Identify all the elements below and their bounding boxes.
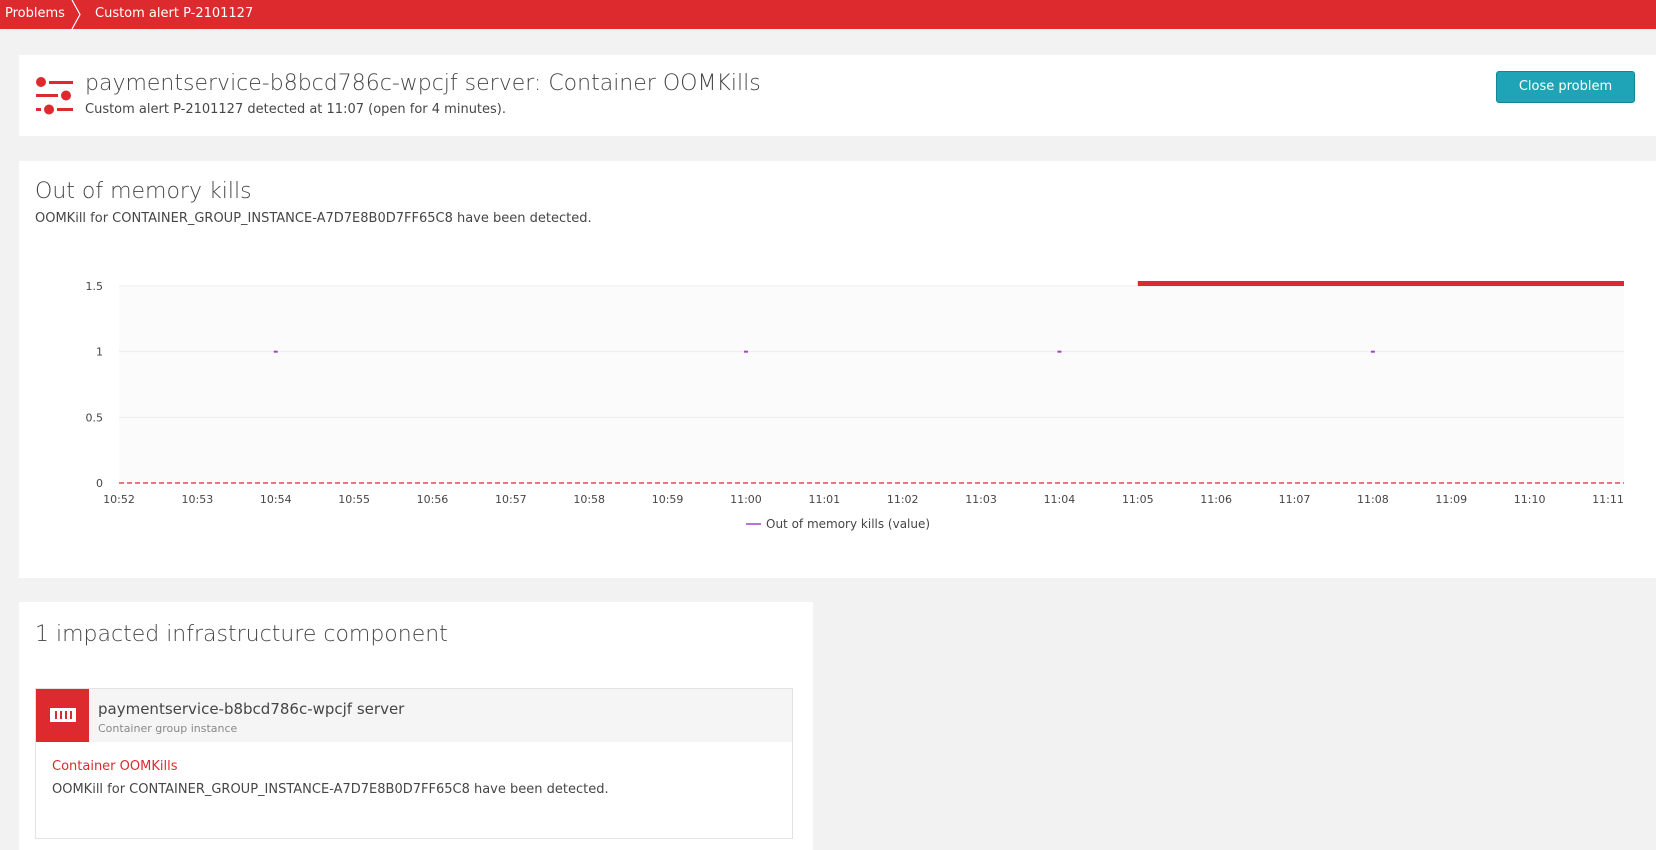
x-tick-label: 11:02 [887, 493, 919, 506]
y-tick-label: 1 [96, 346, 103, 359]
x-tick-label: 11:05 [1122, 493, 1154, 506]
breadcrumb-problems[interactable]: Problems [5, 0, 65, 29]
chevron-right-icon [71, 0, 81, 29]
problem-header: paymentservice-b8bcd786c-wpcjf server: C… [19, 55, 1656, 136]
y-tick-label: 0.5 [86, 411, 104, 424]
page-title: paymentservice-b8bcd786c-wpcjf server: C… [85, 71, 761, 96]
container-icon [36, 689, 89, 742]
x-tick-label: 10:52 [103, 493, 135, 506]
x-tick-label: 11:07 [1279, 493, 1311, 506]
issue-description: OOMKill for CONTAINER_GROUP_INSTANCE-A7D… [52, 782, 609, 797]
y-tick-label: 1.5 [86, 280, 104, 293]
entity-type: Container group instance [98, 722, 238, 735]
x-tick-label: 10:58 [573, 493, 605, 506]
x-tick-label: 11:00 [730, 493, 762, 506]
x-tick-label: 10:53 [182, 493, 214, 506]
x-tick-label: 11:01 [808, 493, 840, 506]
impacted-components-card: 1 impacted infrastructure component paym… [19, 602, 813, 850]
issue-title-link[interactable]: Container OOMKills [52, 759, 177, 774]
problem-subtitle: Custom alert P-2101127 detected at 11:07… [85, 102, 507, 117]
x-tick-label: 11:06 [1200, 493, 1232, 506]
entity-name-link[interactable]: paymentservice-b8bcd786c-wpcjf server [98, 700, 404, 718]
close-problem-button[interactable]: Close problem [1496, 71, 1635, 103]
x-tick-label: 11:03 [965, 493, 997, 506]
impacted-title: 1 impacted infrastructure component [35, 622, 448, 647]
problem-period-bar [1137, 281, 1624, 286]
oom-kills-chart[interactable]: 0 0.5 1 1.5 10:52 10:53 10:54 10:55 10:56 10:57 10… [19, 161, 1656, 578]
x-tick-label: 10:56 [417, 493, 449, 506]
entity-header[interactable]: paymentservice-b8bcd786c-wpcjf server Co… [36, 689, 792, 742]
x-tick-label: 11:10 [1514, 493, 1546, 506]
x-tick-label: 10:59 [652, 493, 684, 506]
x-tick-label: 10:57 [495, 493, 527, 506]
x-tick-label: 11:08 [1357, 493, 1389, 506]
problem-sliders-icon [36, 77, 73, 115]
entity-card[interactable]: paymentservice-b8bcd786c-wpcjf server Co… [35, 688, 793, 839]
x-tick-label: 10:54 [260, 493, 292, 506]
breadcrumb: Problems Custom alert P-2101127 [0, 0, 1656, 29]
x-tick-label: 11:11 [1592, 493, 1624, 506]
breadcrumb-current[interactable]: Custom alert P-2101127 [95, 0, 253, 29]
x-tick-label: 11:04 [1044, 493, 1076, 506]
y-tick-label: 0 [96, 477, 103, 490]
chart-card: Out of memory kills OOMKill for CONTAINE… [19, 161, 1656, 578]
x-tick-label: 11:09 [1435, 493, 1467, 506]
plot-area [119, 286, 1624, 483]
x-tick-label: 10:55 [338, 493, 370, 506]
legend-label: Out of memory kills (value) [766, 517, 930, 531]
